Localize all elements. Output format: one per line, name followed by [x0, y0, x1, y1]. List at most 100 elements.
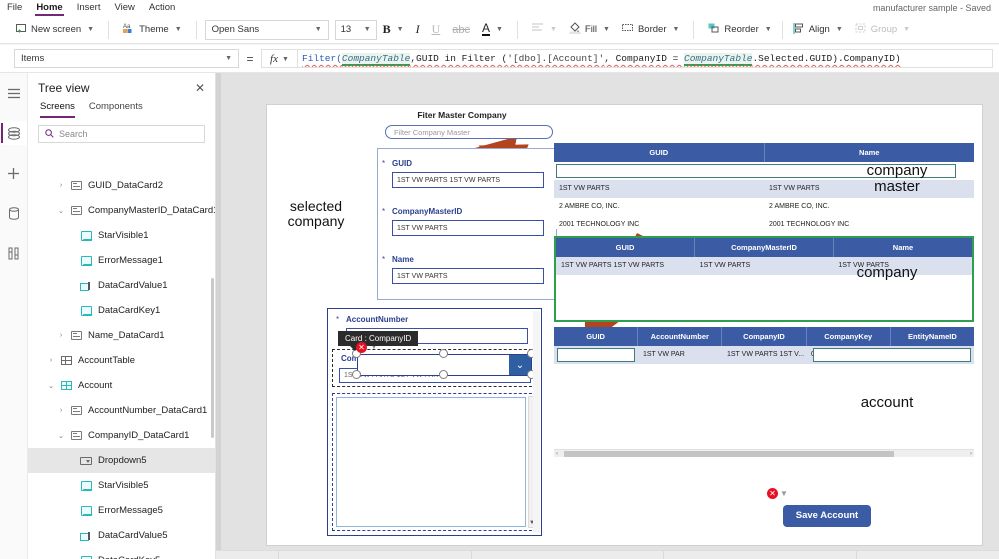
- tree-node-datacardkey1[interactable]: DataCardKey1: [28, 298, 215, 323]
- twisty-icon[interactable]: ›: [54, 332, 68, 339]
- chevron-down-icon[interactable]: ▼: [87, 26, 94, 33]
- tree-node-datacardvalue1[interactable]: DataCardValue1: [28, 273, 215, 298]
- column-header[interactable]: Name: [834, 238, 972, 257]
- form-scrollbar[interactable]: [533, 311, 540, 533]
- error-badge-icon[interactable]: ✕: [767, 488, 778, 499]
- chevron-down-icon[interactable]: ▼: [903, 26, 910, 33]
- save-account-button[interactable]: Save Account: [783, 505, 871, 527]
- table-cell[interactable]: 1ST VW PARTS: [554, 180, 764, 198]
- inline-cell-editor-guid[interactable]: [557, 348, 635, 362]
- menu-item-action[interactable]: Action: [142, 0, 182, 16]
- chevron-down-icon[interactable]: ▼: [397, 26, 404, 33]
- strikethrough-button[interactable]: abc: [446, 19, 476, 41]
- tree-node-errormessage5[interactable]: ErrorMessage5: [28, 498, 215, 523]
- table-cell[interactable]: 2 AMBRE CO, INC.: [554, 198, 764, 216]
- border-button[interactable]: Border ▼: [616, 19, 685, 41]
- column-header[interactable]: GUID: [554, 327, 639, 346]
- font-family-select[interactable]: Open Sans ▼: [204, 19, 329, 40]
- property-select[interactable]: Items ▼: [14, 49, 239, 68]
- table-row[interactable]: 2 AMBRE CO, INC. 2 AMBRE CO, INC.: [554, 198, 974, 216]
- column-header[interactable]: Name: [765, 143, 975, 162]
- error-badge-icon[interactable]: ✕: [356, 342, 367, 353]
- inline-cell-editor-companykey[interactable]: [813, 348, 971, 362]
- twisty-icon[interactable]: ⌄: [54, 432, 68, 440]
- companyid-data-card[interactable]: Com 1ST VW PARTS 1ST VW PARTS ⌄: [332, 349, 537, 387]
- scrollbar-thumb[interactable]: [564, 451, 894, 457]
- new-screen-button[interactable]: New screen ▼: [10, 19, 100, 41]
- field-value[interactable]: 1ST VW PARTS 1ST VW PARTS: [392, 172, 544, 188]
- data-sources-icon[interactable]: [1, 201, 27, 225]
- reorder-button[interactable]: Reorder ▼: [702, 19, 777, 41]
- table-cell[interactable]: 1ST VW PAR: [638, 346, 722, 364]
- text-align-button[interactable]: ▼: [526, 19, 563, 41]
- filter-company-master-input[interactable]: Filter Company Master: [385, 125, 553, 139]
- column-header[interactable]: EntityNameID: [891, 327, 974, 346]
- group-button[interactable]: Group ▼: [849, 19, 916, 41]
- chevron-down-icon[interactable]: ▼: [603, 26, 610, 33]
- chevron-down-icon[interactable]: ▼: [175, 26, 182, 33]
- chevron-down-icon[interactable]: ▼: [780, 489, 788, 498]
- bold-button[interactable]: B ▼: [377, 19, 410, 41]
- resize-handle-bl[interactable]: [352, 370, 361, 379]
- account-horizontal-scrollbar[interactable]: ‹ ›: [554, 449, 974, 457]
- field-value[interactable]: 1ST VW PARTS: [392, 268, 544, 284]
- tree-node-guid_datacard2[interactable]: › GUID_DataCard2: [28, 173, 215, 198]
- tree-node-companyid_datacard1[interactable]: ⌄ CompanyID_DataCard1: [28, 423, 215, 448]
- formula-input[interactable]: Filter(CompanyTable,GUID in Filter ('[db…: [297, 49, 993, 68]
- search-input[interactable]: Search: [38, 125, 205, 143]
- font-size-select[interactable]: 13 ▼: [334, 19, 377, 40]
- tree-node-account[interactable]: ⌄ Account: [28, 373, 215, 398]
- table-cell[interactable]: 2001 TECHNOLOGY INC: [554, 216, 764, 234]
- menu-item-view[interactable]: View: [107, 0, 141, 16]
- chevron-down-icon[interactable]: ▼: [282, 55, 289, 63]
- canvas-horizontal-scrollbar[interactable]: [216, 550, 999, 559]
- twisty-icon[interactable]: ›: [54, 407, 68, 414]
- table-cell[interactable]: 1ST VW PARTS 1ST VW PARTS: [556, 257, 695, 275]
- scroll-left-icon[interactable]: ‹: [556, 450, 558, 458]
- close-icon[interactable]: ✕: [195, 81, 205, 95]
- column-header[interactable]: CompanyID: [722, 327, 807, 346]
- underline-button[interactable]: U: [426, 19, 447, 41]
- tree-view-icon[interactable]: [0, 121, 27, 145]
- tree-node-accounttable[interactable]: › AccountTable: [28, 348, 215, 373]
- table-cell[interactable]: 2001 TECHNOLOGY INC: [764, 216, 974, 234]
- hamburger-icon[interactable]: [1, 81, 27, 105]
- tree-node-name_datacard1[interactable]: › Name_DataCard1: [28, 323, 215, 348]
- tree-node-errormessage1[interactable]: ErrorMessage1: [28, 248, 215, 273]
- canvas-vertical-scrollbar[interactable]: [216, 73, 221, 550]
- chevron-down-icon[interactable]: ▼: [836, 26, 843, 33]
- theme-button[interactable]: Aa Theme ▼: [117, 19, 188, 41]
- align-button[interactable]: Align ▼: [787, 19, 849, 41]
- fx-button[interactable]: fx ▼: [261, 49, 297, 68]
- account-gallery[interactable]: ▼: [332, 393, 537, 531]
- column-header[interactable]: CompanyMasterID: [695, 238, 834, 257]
- chevron-down-icon[interactable]: ▼: [550, 26, 557, 33]
- column-header[interactable]: GUID: [554, 143, 765, 162]
- scroll-right-icon[interactable]: ›: [970, 450, 972, 458]
- twisty-icon[interactable]: ›: [54, 182, 68, 189]
- twisty-icon[interactable]: ⌄: [44, 382, 58, 390]
- resize-handle-tc[interactable]: [439, 349, 448, 358]
- chevron-down-icon[interactable]: ▼: [225, 55, 232, 62]
- tree-node-starvisible5[interactable]: StarVisible5: [28, 473, 215, 498]
- menu-item-insert[interactable]: Insert: [70, 0, 108, 16]
- tree-scrollbar[interactable]: [211, 278, 214, 438]
- tree-node-datacardkey5[interactable]: DataCardKey5: [28, 548, 215, 559]
- account-table[interactable]: GUID AccountNumber CompanyID CompanyKey …: [554, 327, 974, 457]
- twisty-icon[interactable]: ⌄: [54, 207, 68, 215]
- table-cell[interactable]: 1ST VW PARTS: [695, 257, 834, 275]
- italic-button[interactable]: I: [410, 19, 426, 41]
- insert-plus-icon[interactable]: [1, 161, 27, 185]
- field-value[interactable]: 1ST VW PARTS: [392, 220, 544, 236]
- chevron-down-icon[interactable]: ▼: [315, 26, 322, 33]
- chevron-down-icon[interactable]: ▼: [765, 26, 772, 33]
- chevron-down-icon[interactable]: ▼: [496, 26, 503, 33]
- column-header[interactable]: AccountNumber: [638, 327, 723, 346]
- tree-node-list[interactable]: › GUID_DataCard2 ⌄ CompanyMasterID_DataCard…: [28, 173, 215, 559]
- table-row[interactable]: 2001 TECHNOLOGY INC 2001 TECHNOLOGY INC: [554, 216, 974, 234]
- column-header[interactable]: GUID: [556, 238, 695, 257]
- fill-button[interactable]: Fill ▼: [563, 19, 616, 41]
- tree-node-accountnumber_datacard1[interactable]: › AccountNumber_DataCard1: [28, 398, 215, 423]
- column-header[interactable]: CompanyKey: [807, 327, 891, 346]
- tab-components[interactable]: Components: [89, 101, 143, 118]
